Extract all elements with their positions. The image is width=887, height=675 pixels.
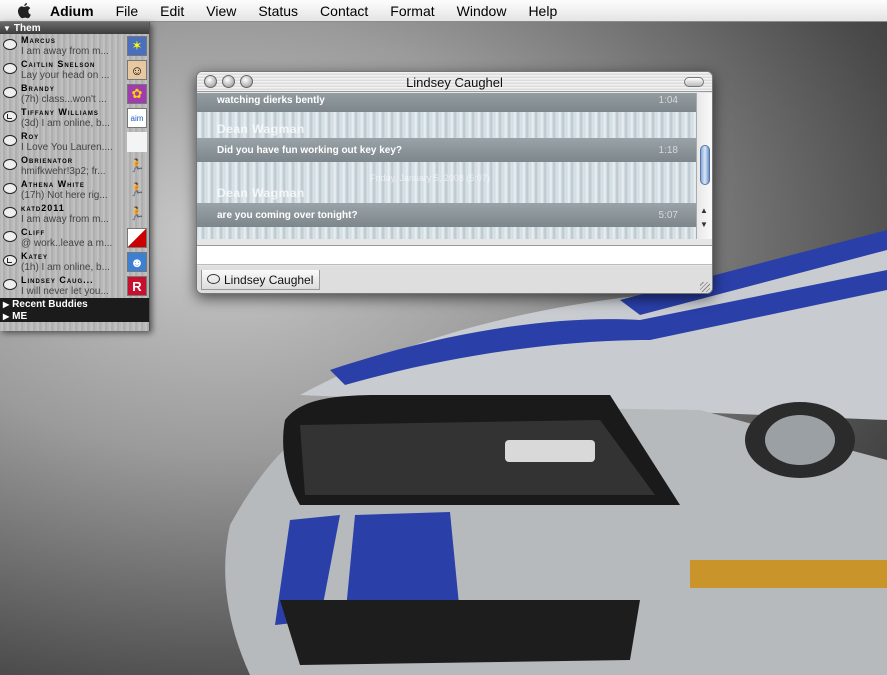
chat-bubble-icon — [3, 231, 17, 242]
app-menu[interactable]: Adium — [50, 3, 94, 19]
chat-titlebar[interactable]: Lindsey Caughel — [197, 72, 712, 92]
buddy-row[interactable]: Athena White (17h) Not here rig... 🏃 — [0, 178, 149, 202]
resize-grip-icon[interactable] — [700, 282, 710, 292]
buddy-status: (7h) class...won't ... — [21, 94, 107, 105]
menu-edit[interactable]: Edit — [160, 3, 184, 19]
buddy-status: Lay your head on ... — [21, 70, 110, 81]
buddy-row[interactable]: Lindsey Caug... I will never let you... … — [0, 274, 149, 298]
buddy-row[interactable]: Cliff @ work..leave a m... — [0, 226, 149, 250]
buddy-avatar: R — [127, 276, 147, 296]
away-clock-icon — [3, 255, 17, 266]
disclosure-closed-icon[interactable]: ▶ — [3, 300, 9, 309]
tab-lindsey-caughel[interactable]: Lindsey Caughel — [201, 270, 321, 290]
aim-running-man-icon: 🏃 — [128, 182, 146, 197]
disclosure-open-icon[interactable]: ▼ — [3, 24, 11, 33]
scroll-up-arrow-icon[interactable]: ▲ — [700, 206, 708, 215]
message-text: Did you have fun working out key key? — [217, 144, 403, 156]
buddy-status: (1h) I am online, b... — [21, 262, 110, 273]
date-header: Friday, January 5, 2008 (5:07) — [370, 173, 490, 183]
menu-contact[interactable]: Contact — [320, 3, 368, 19]
message-text: are you coming over tonight? — [217, 209, 358, 221]
scroll-down-arrow-icon[interactable]: ▼ — [700, 220, 708, 229]
chat-bubble-icon — [3, 63, 17, 74]
message-row: are you coming over tonight? 5:07 — [197, 203, 698, 227]
chat-bubble-icon — [3, 87, 17, 98]
group-them[interactable]: ▼ Them — [0, 22, 149, 34]
buddy-status: I am away from m... — [21, 46, 109, 57]
buddy-avatar: ☻ — [127, 252, 147, 272]
chat-bubble-icon — [3, 39, 17, 50]
buddy-list-window: ▼ Them Marcus I am away from m... ✶ Cait… — [0, 22, 150, 331]
tab-bar: Lindsey Caughel — [197, 266, 712, 293]
buddy-row[interactable]: Katey (1h) I am online, b... ☻ — [0, 250, 149, 274]
buddy-row[interactable]: Caitlin Snelson Lay your head on ... ☺ — [0, 58, 149, 82]
menu-status[interactable]: Status — [258, 3, 298, 19]
message-time: 1:18 — [658, 144, 678, 156]
transcript-scrollbar[interactable]: ▲ ▼ — [696, 93, 712, 239]
group-label: Them — [13, 22, 41, 34]
group-me[interactable]: ▶ ME — [0, 310, 149, 322]
away-clock-icon — [3, 111, 17, 122]
chat-bubble-icon — [207, 274, 220, 284]
message-text: watching dierks bently — [217, 94, 325, 106]
apple-menu-icon[interactable] — [16, 1, 36, 21]
chat-bubble-icon — [3, 159, 17, 170]
buddy-row[interactable]: Obrienator hmifkwehr!3p2; fr... 🏃 — [0, 154, 149, 178]
chat-bubble-icon — [3, 135, 17, 146]
message-input[interactable] — [197, 245, 712, 265]
aim-logo-icon: aim — [127, 108, 147, 128]
sender-name: Dean Wagman — [217, 122, 305, 136]
buddy-status: I Love You Lauren.... — [21, 142, 113, 153]
toolbar-toggle-button[interactable] — [684, 77, 704, 87]
scroll-thumb[interactable] — [700, 145, 710, 185]
buddy-avatar: ☺ — [127, 60, 147, 80]
tab-label: Lindsey Caughel — [224, 272, 314, 287]
menu-bar: Adium File Edit View Status Contact Form… — [0, 0, 887, 22]
window-title: Lindsey Caughel — [406, 75, 503, 90]
buddy-row[interactable]: katd2011 I am away from m... 🏃 — [0, 202, 149, 226]
group-label: Recent Buddies — [12, 298, 88, 310]
menu-file[interactable]: File — [116, 3, 139, 19]
buddy-avatar — [127, 132, 147, 152]
message-row: Did you have fun working out key key? 1:… — [197, 138, 698, 162]
buddy-avatar — [127, 228, 147, 248]
buddy-row[interactable]: Tiffany Williams (3d) I am online, b... … — [0, 106, 149, 130]
menu-format[interactable]: Format — [390, 3, 434, 19]
buddy-status: hmifkwehr!3p2; fr... — [21, 166, 106, 177]
chat-bubble-icon — [3, 183, 17, 194]
menu-help[interactable]: Help — [528, 3, 557, 19]
group-recent-buddies[interactable]: ▶ Recent Buddies — [0, 298, 149, 310]
chat-window: Lindsey Caughel watching dierks bently 1… — [196, 71, 713, 294]
buddy-avatar: ✶ — [127, 36, 147, 56]
buddy-row[interactable]: Marcus I am away from m... ✶ — [0, 34, 149, 58]
menu-window[interactable]: Window — [457, 3, 507, 19]
aim-running-man-icon: 🏃 — [128, 158, 146, 173]
chat-bubble-icon — [3, 279, 17, 290]
disclosure-closed-icon[interactable]: ▶ — [3, 312, 9, 321]
buddy-row[interactable]: Roy I Love You Lauren.... — [0, 130, 149, 154]
message-time: 1:04 — [658, 94, 678, 106]
message-transcript[interactable]: watching dierks bently 1:04 Dean Wagman … — [197, 93, 698, 239]
message-time: 5:07 — [658, 209, 678, 221]
group-label: ME — [12, 310, 28, 322]
chat-bubble-icon — [3, 207, 17, 218]
buddy-avatar: ✿ — [127, 84, 147, 104]
sender-name: Dean Wagman — [217, 186, 305, 200]
buddy-status: (3d) I am online, b... — [21, 118, 110, 129]
buddy-status: @ work..leave a m... — [21, 238, 113, 249]
buddy-status: (17h) Not here rig... — [21, 190, 108, 201]
buddy-status: I will never let you... — [21, 286, 109, 297]
buddy-status: I am away from m... — [21, 214, 109, 225]
message-row: watching dierks bently 1:04 — [197, 93, 698, 112]
menu-view[interactable]: View — [206, 3, 236, 19]
buddy-row[interactable]: Brandy (7h) class...won't ... ✿ — [0, 82, 149, 106]
aim-running-man-icon: 🏃 — [128, 206, 146, 221]
